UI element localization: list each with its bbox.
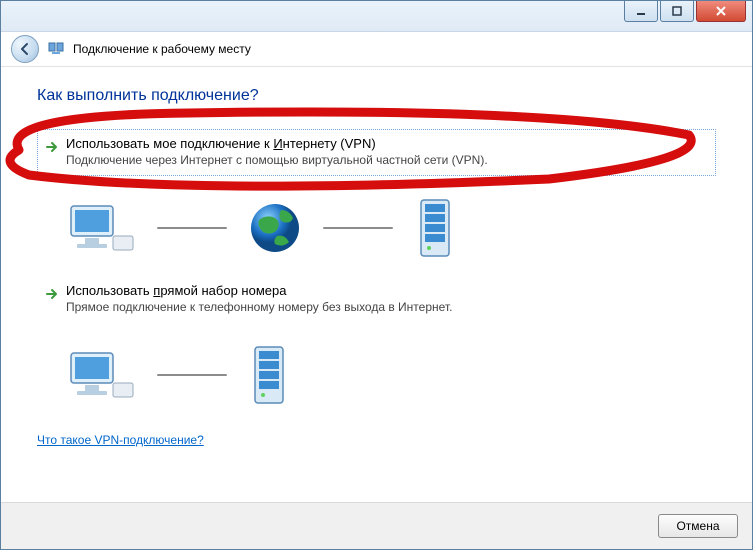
- caption-buttons: [624, 1, 746, 22]
- illustration-dialup: [37, 331, 716, 423]
- computer-icon: [65, 347, 137, 403]
- minimize-icon: [636, 6, 646, 16]
- option-dialup-desc: Прямое подключение к телефонному номеру …: [66, 300, 705, 314]
- computer-icon: [65, 200, 137, 256]
- wizard-header: Подключение к рабочему месту: [1, 32, 752, 67]
- maximize-icon: [672, 6, 682, 16]
- arrow-right-icon: [44, 286, 60, 302]
- connector-line: [157, 227, 227, 229]
- caption-bar: [1, 1, 752, 32]
- option-vpn-title: Использовать мое подключение к Интернету…: [66, 136, 705, 151]
- option-vpn-desc: Подключение через Интернет с помощью вир…: [66, 153, 705, 167]
- maximize-button[interactable]: [660, 1, 694, 22]
- cancel-button[interactable]: Отмена: [658, 514, 738, 538]
- network-icon: [47, 40, 65, 58]
- minimize-button[interactable]: [624, 1, 658, 22]
- bottom-bar: Отмена: [1, 502, 752, 549]
- server-icon: [413, 196, 457, 260]
- illustration-vpn: [37, 184, 716, 276]
- connector-line: [323, 227, 393, 229]
- option-dialup-title: Использовать прямой набор номера: [66, 283, 705, 298]
- wizard-title: Подключение к рабочему месту: [73, 42, 251, 56]
- arrow-right-icon: [44, 139, 60, 155]
- back-button[interactable]: [11, 35, 39, 63]
- server-icon: [247, 343, 291, 407]
- globe-icon: [247, 200, 303, 256]
- content-area: Как выполнить подключение? Использовать …: [1, 67, 752, 447]
- back-arrow-icon: [18, 42, 32, 56]
- close-button[interactable]: [696, 1, 746, 22]
- help-link-vpn[interactable]: Что такое VPN-подключение?: [37, 433, 204, 447]
- page-heading: Как выполнить подключение?: [37, 87, 716, 105]
- wizard-window: Подключение к рабочему месту Как выполни…: [0, 0, 753, 550]
- option-vpn[interactable]: Использовать мое подключение к Интернету…: [37, 129, 716, 176]
- option-dialup[interactable]: Использовать прямой набор номера Прямое …: [37, 276, 716, 323]
- close-icon: [715, 6, 727, 16]
- connector-line: [157, 374, 227, 376]
